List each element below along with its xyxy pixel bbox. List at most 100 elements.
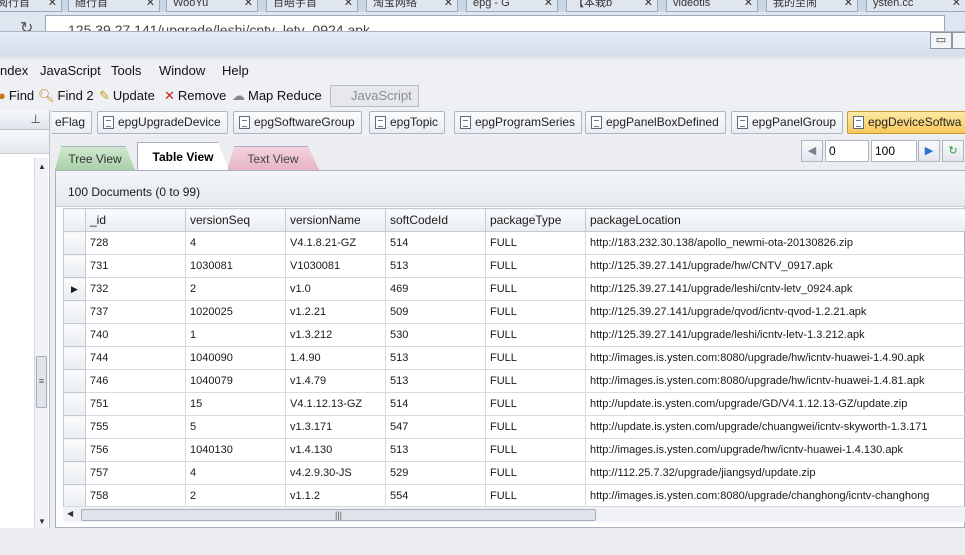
row-selector[interactable] [63,300,86,324]
scroll-thumb[interactable]: ||| [81,509,596,521]
table-row[interactable]: 757 4 v4.2.9.30-JS 529 FULL http://112.25.7.3… [63,461,965,485]
table-cell[interactable]: 547 [385,415,486,439]
column-header[interactable]: versionSeq [185,208,286,232]
collection-tab-active[interactable]: epgDeviceSoftwa [847,111,965,134]
table-cell[interactable]: FULL [485,461,586,485]
table-cell[interactable]: 554 [385,484,486,508]
table-cell[interactable]: http://images.is.ysten.com:8080/upgrade/… [585,484,965,508]
row-selector[interactable] [63,484,86,508]
table-cell[interactable]: http://update.is.ysten.com/upgrade/GD/V4… [585,392,965,416]
table-cell[interactable]: 728 [85,231,186,255]
table-cell[interactable]: V4.1.8.21-GZ [285,231,386,255]
table-row[interactable]: 746 1040079 v1.4.79 513 FULL http://images.is… [63,369,965,393]
collection-tab[interactable]: epgPanelBoxDefined [585,111,726,134]
table-row[interactable]: 758 2 v1.1.2 554 FULL http://images.is.ysten.… [63,484,965,508]
table-cell[interactable]: FULL [485,415,586,439]
table-cell[interactable]: 756 [85,438,186,462]
table-cell[interactable]: 4 [185,461,286,485]
table-cell[interactable]: 1030081 [185,254,286,278]
javascript-button[interactable]: JavaScript [330,85,419,107]
table-cell[interactable]: v1.0 [285,277,386,301]
browser-tab[interactable]: 我的至闹 ✕ [766,0,858,12]
map-reduce-button[interactable]: ☁ Map Reduce [232,85,322,107]
minimize-button[interactable]: ▭ [930,32,952,49]
table-cell[interactable]: 513 [385,346,486,370]
table-cell[interactable]: http://125.39.27.141/upgrade/leshi/icntv… [585,323,965,347]
table-cell[interactable]: 758 [85,484,186,508]
skip-input[interactable] [825,140,869,162]
table-cell[interactable]: v1.2.21 [285,300,386,324]
table-cell[interactable]: v1.4.79 [285,369,386,393]
browser-tab[interactable]: 随行首 ✕ [68,0,160,12]
table-cell[interactable]: FULL [485,438,586,462]
table-cell[interactable]: FULL [485,323,586,347]
table-cell[interactable]: 1.4.90 [285,346,386,370]
horizontal-scrollbar[interactable]: ◀ ||| [63,506,965,522]
prev-page-icon[interactable]: ◀ [801,140,823,162]
close-icon[interactable]: ✕ [146,0,155,11]
table-cell[interactable]: http://update.is.ysten.com/upgrade/chuan… [585,415,965,439]
table-cell[interactable]: http://183.232.30.138/apollo_newmi-ota-2… [585,231,965,255]
table-cell[interactable]: v4.2.9.30-JS [285,461,386,485]
table-cell[interactable]: FULL [485,346,586,370]
table-cell[interactable]: FULL [485,369,586,393]
table-cell[interactable]: FULL [485,392,586,416]
table-cell[interactable]: v1.4.130 [285,438,386,462]
table-cell[interactable]: 755 [85,415,186,439]
table-cell[interactable]: 514 [385,392,486,416]
column-header[interactable]: softCodeId [385,208,486,232]
table-cell[interactable]: 731 [85,254,186,278]
column-header[interactable]: packageType [485,208,586,232]
table-cell[interactable]: 4 [185,231,286,255]
close-icon[interactable]: ✕ [244,0,253,11]
table-cell[interactable]: 15 [185,392,286,416]
row-selector[interactable] [63,323,86,347]
column-header[interactable]: packageLocation [585,208,965,232]
table-row[interactable]: 755 5 v1.3.171 547 FULL http://update.is.yste… [63,415,965,439]
tab-table-view[interactable]: Table View [137,142,229,170]
collection-tab[interactable]: epgSoftwareGroup [233,111,362,134]
close-icon[interactable]: ✕ [744,0,753,11]
collection-tab[interactable]: epgUpgradeDevice [97,111,228,134]
table-cell[interactable]: 469 [385,277,486,301]
url-field[interactable]: 125.39.27.141/upgrade/leshi/cntv_letv_09… [45,15,945,31]
table-row[interactable]: 751 15 V4.1.12.13-GZ 514 FULL http://update.i… [63,392,965,416]
table-cell[interactable]: http://125.39.27.141/upgrade/leshi/cntv-… [585,277,965,301]
row-selector[interactable] [63,346,86,370]
table-cell[interactable]: http://images.is.ysten.com:8080/upgrade/… [585,346,965,370]
table-cell[interactable]: 530 [385,323,486,347]
menu-window[interactable]: Window [159,63,205,78]
table-cell[interactable]: 757 [85,461,186,485]
row-selector[interactable] [63,254,86,278]
table-cell[interactable]: 740 [85,323,186,347]
browser-tab[interactable]: 淘宝网络 ✕ [366,0,458,12]
table-cell[interactable]: 1040090 [185,346,286,370]
row-selector[interactable] [63,415,86,439]
browser-tab[interactable]: 【本栽b ✕ [566,0,658,12]
row-selector[interactable]: ▶ [63,277,86,301]
tab-tree-view[interactable]: Tree View [55,146,135,170]
column-header[interactable]: _id [85,208,186,232]
table-row[interactable]: 744 1040090 1.4.90 513 FULL http://images.is.… [63,346,965,370]
table-cell[interactable]: http://images.is.ysten.com:8080/upgrade/… [585,369,965,393]
column-header[interactable]: versionName [285,208,386,232]
table-cell[interactable]: V4.1.12.13-GZ [285,392,386,416]
table-cell[interactable]: FULL [485,231,586,255]
table-cell[interactable]: 744 [85,346,186,370]
table-cell[interactable]: 509 [385,300,486,324]
table-row[interactable]: ▶ 732 2 v1.0 469 FULL http://125.39.27.141/upg… [63,277,965,301]
collection-tab[interactable]: epgProgramSeries [454,111,583,134]
row-selector[interactable] [63,392,86,416]
maximize-button[interactable] [952,32,965,49]
refresh-icon[interactable]: ↻ [942,140,964,162]
update-button[interactable]: ✎ Update [99,85,155,107]
table-cell[interactable]: v1.3.212 [285,323,386,347]
table-cell[interactable]: 751 [85,392,186,416]
table-row[interactable]: 728 4 V4.1.8.21-GZ 514 FULL http://183.232.30… [63,231,965,255]
menu-index[interactable]: ndex [0,63,28,78]
row-selector[interactable] [63,231,86,255]
table-cell[interactable]: 2 [185,277,286,301]
row-selector[interactable] [63,438,86,462]
table-cell[interactable]: FULL [485,484,586,508]
table-row[interactable]: 731 1030081 V1030081 513 FULL http://125.39.2… [63,254,965,278]
